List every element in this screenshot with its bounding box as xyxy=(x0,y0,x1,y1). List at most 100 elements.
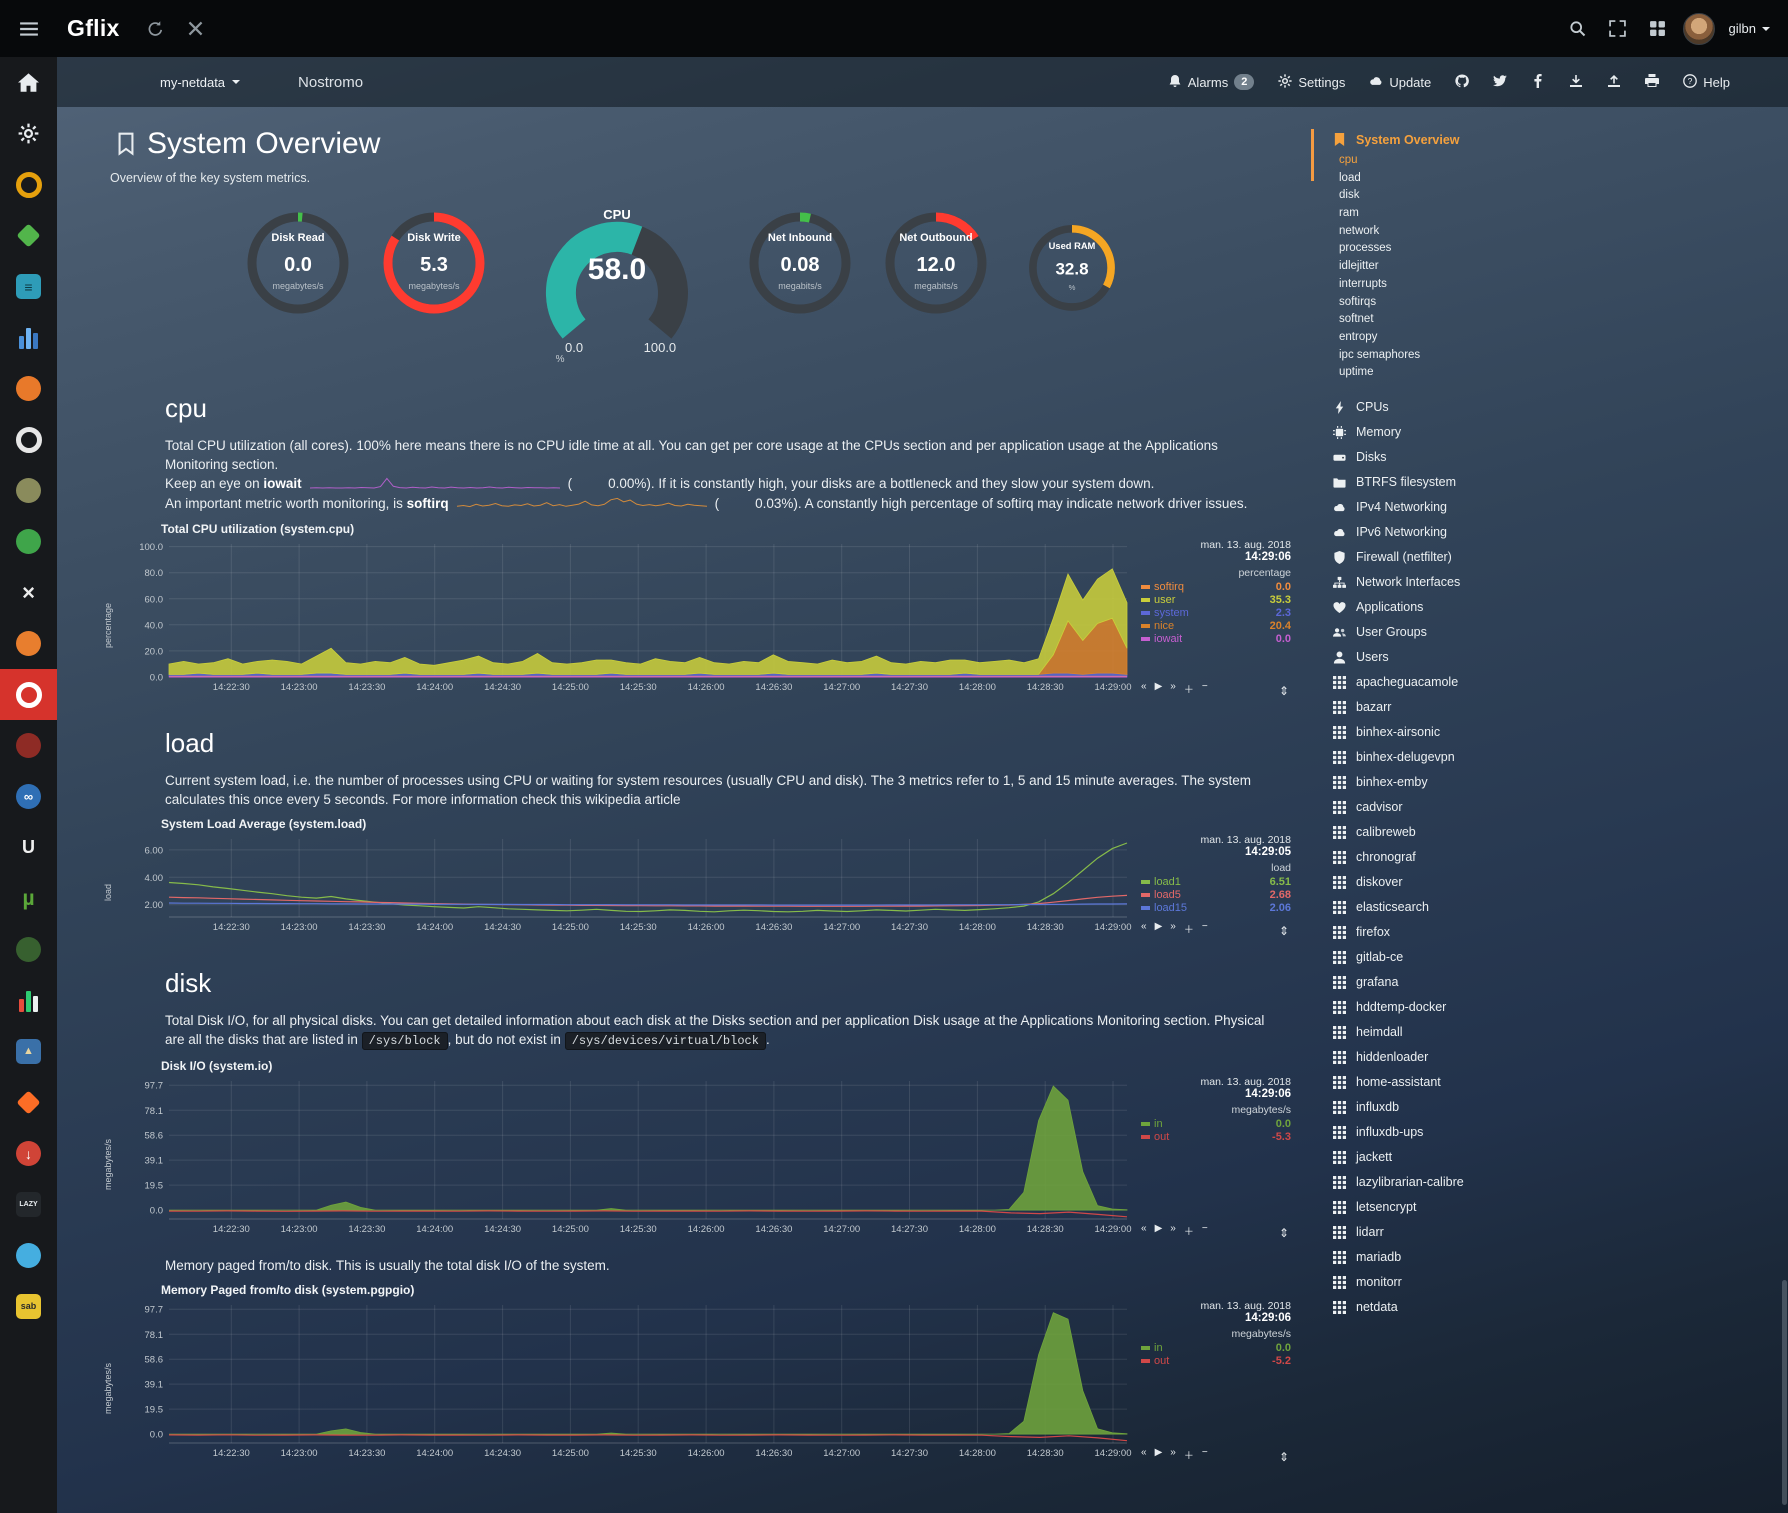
cpu-chart[interactable]: Total CPU utilization (system.cpu)percen… xyxy=(103,522,1333,698)
gauge-net-outbound[interactable]: Net Outbound 12.0 megabits/s xyxy=(878,205,994,326)
app-icon-docker[interactable]: ≡ xyxy=(0,261,57,312)
menu-app-mariadb[interactable]: mariadb xyxy=(1311,1245,1567,1270)
app-icon-settings[interactable] xyxy=(0,108,57,159)
app-icon-utorrent[interactable]: µ xyxy=(0,873,57,924)
menu-app-grafana[interactable]: grafana xyxy=(1311,970,1567,995)
menu-cpus[interactable]: CPUs xyxy=(1311,395,1567,420)
chart-resize-handle[interactable]: ⇕ xyxy=(1279,1450,1289,1464)
nav-twitter[interactable] xyxy=(1493,74,1507,91)
menu-sub-network[interactable]: network xyxy=(1311,223,1567,241)
legend-softirq[interactable]: softirq0.0 xyxy=(1141,581,1291,594)
menu-app-binhex-airsonic[interactable]: binhex-airsonic xyxy=(1311,720,1567,745)
disk-chart[interactable]: Disk I/O (system.io)megabytes/s14:22:301… xyxy=(103,1059,1333,1240)
menu-app-letsencrypt[interactable]: letsencrypt xyxy=(1311,1195,1567,1220)
menu-sub-load[interactable]: load xyxy=(1311,170,1567,188)
legend-in[interactable]: in0.0 xyxy=(1141,1342,1291,1355)
menu-app-calibreweb[interactable]: calibreweb xyxy=(1311,820,1567,845)
menu-app-hddtemp-docker[interactable]: hddtemp-docker xyxy=(1311,995,1567,1020)
app-icon-plex[interactable] xyxy=(0,159,57,210)
close-tab-icon[interactable] xyxy=(176,20,216,37)
nav-import[interactable] xyxy=(1569,74,1583,91)
chart-resize-handle[interactable]: ⇕ xyxy=(1279,924,1289,938)
chart-toolbox[interactable]: «▶»＋− xyxy=(1141,1447,1208,1462)
nav-alarms[interactable]: Alarms2 xyxy=(1168,74,1255,91)
server-dropdown[interactable]: my-netdata xyxy=(160,75,240,90)
app-icon-resilio-sync[interactable]: ∞ xyxy=(0,771,57,822)
menu-sub-interrupts[interactable]: interrupts xyxy=(1311,276,1567,294)
app-icon-app-dark-green[interactable] xyxy=(0,924,57,975)
menu-icon[interactable] xyxy=(0,21,57,37)
menu-app-home-assistant[interactable]: home-assistant xyxy=(1311,1070,1567,1095)
app-icon-netdata[interactable] xyxy=(0,669,57,720)
app-icon-gitlab[interactable] xyxy=(0,1077,57,1128)
menu-memory[interactable]: Memory xyxy=(1311,420,1567,445)
fullscreen-icon[interactable] xyxy=(1603,20,1633,37)
softirq-sparkline[interactable] xyxy=(457,495,707,514)
menu-sub-uptime[interactable]: uptime xyxy=(1311,364,1567,382)
app-icon-sabnzbd[interactable]: sab xyxy=(0,1281,57,1332)
legend-user[interactable]: user35.3 xyxy=(1141,594,1291,607)
app-icon-mariadb[interactable] xyxy=(0,720,57,771)
menu-app-binhex-delugevpn[interactable]: binhex-delugevpn xyxy=(1311,745,1567,770)
app-icon-heimdall[interactable]: ▲ xyxy=(0,1026,57,1077)
memory-paged-chart[interactable]: Memory Paged from/to disk (system.pgpgio… xyxy=(103,1283,1333,1464)
chart-toolbox[interactable]: «▶»＋− xyxy=(1141,1223,1208,1238)
app-icon-app-u-white[interactable]: U xyxy=(0,822,57,873)
menu-app-chronograf[interactable]: chronograf xyxy=(1311,845,1567,870)
legend-in[interactable]: in0.0 xyxy=(1141,1118,1291,1131)
legend-load5[interactable]: load52.68 xyxy=(1141,889,1291,902)
menu-disks[interactable]: Disks xyxy=(1311,445,1567,470)
chart-plot-area[interactable]: 14:22:3014:23:0014:23:3014:24:0014:24:30… xyxy=(119,1075,1135,1240)
menu-sub-ipc-semaphores[interactable]: ipc semaphores xyxy=(1311,347,1567,365)
iowait-sparkline[interactable] xyxy=(310,475,560,494)
legend-system[interactable]: system2.3 xyxy=(1141,607,1291,620)
chart-plot-area[interactable]: 14:22:3014:23:0014:23:3014:24:0014:24:30… xyxy=(119,833,1135,938)
gauge-disk-write[interactable]: Disk Write 5.3 megabytes/s xyxy=(376,205,492,326)
menu-applications[interactable]: Applications xyxy=(1311,595,1567,620)
menu-app-jackett[interactable]: jackett xyxy=(1311,1145,1567,1170)
menu-ipv4-networking[interactable]: IPv4 Networking xyxy=(1311,495,1567,520)
refresh-icon[interactable] xyxy=(136,20,176,37)
menu-sub-disk[interactable]: disk xyxy=(1311,187,1567,205)
menu-sub-softirqs[interactable]: softirqs xyxy=(1311,294,1567,312)
menu-app-cadvisor[interactable]: cadvisor xyxy=(1311,795,1567,820)
nav-export[interactable] xyxy=(1607,74,1621,91)
legend-iowait[interactable]: iowait0.0 xyxy=(1141,633,1291,646)
legend-nice[interactable]: nice20.4 xyxy=(1141,620,1291,633)
app-icon-app-red-arrow[interactable]: ↓ xyxy=(0,1128,57,1179)
app-icon-lazylibrarian[interactable]: LAZY xyxy=(0,1179,57,1230)
menu-app-influxdb[interactable]: influxdb xyxy=(1311,1095,1567,1120)
gauge-net-inbound[interactable]: Net Inbound 0.08 megabits/s xyxy=(742,205,858,326)
scrollbar[interactable] xyxy=(1782,1280,1787,1505)
app-icon-app-green[interactable] xyxy=(0,516,57,567)
gauge-used-ram[interactable]: Used RAM 32.8 % xyxy=(1023,219,1122,322)
app-icon-duplicacy[interactable] xyxy=(0,1230,57,1281)
app-icon-cadvisor[interactable] xyxy=(0,975,57,1026)
menu-sub-cpu[interactable]: cpu xyxy=(1311,152,1567,170)
user-menu[interactable]: gilbn xyxy=(1725,21,1774,36)
menu-sub-softnet[interactable]: softnet xyxy=(1311,311,1567,329)
chart-resize-handle[interactable]: ⇕ xyxy=(1279,684,1289,698)
menu-sub-entropy[interactable]: entropy xyxy=(1311,329,1567,347)
menu-app-apacheguacamole[interactable]: apacheguacamole xyxy=(1311,670,1567,695)
app-icon-app-cross[interactable]: × xyxy=(0,567,57,618)
menu-app-hiddenloader[interactable]: hiddenloader xyxy=(1311,1045,1567,1070)
app-icon-duplicati[interactable] xyxy=(0,465,57,516)
menu-app-bazarr[interactable]: bazarr xyxy=(1311,695,1567,720)
menu-app-lidarr[interactable]: lidarr xyxy=(1311,1220,1567,1245)
legend-load1[interactable]: load16.51 xyxy=(1141,876,1291,889)
menu-btrfs-filesystem[interactable]: BTRFS filesystem xyxy=(1311,470,1567,495)
nav-facebook[interactable] xyxy=(1531,74,1545,91)
nav-help[interactable]: ?Help xyxy=(1683,74,1730,91)
menu-sub-processes[interactable]: processes xyxy=(1311,240,1567,258)
app-icon-ubooquity[interactable] xyxy=(0,618,57,669)
app-icon-home[interactable] xyxy=(0,57,57,108)
legend-load15[interactable]: load152.06 xyxy=(1141,902,1291,915)
menu-users[interactable]: Users xyxy=(1311,645,1567,670)
menu-firewall-netfilter[interactable]: Firewall (netfilter) xyxy=(1311,545,1567,570)
chart-toolbox[interactable]: «▶»＋− xyxy=(1141,921,1208,936)
gauge-disk-read[interactable]: Disk Read 0.0 megabytes/s xyxy=(240,205,356,326)
search-icon[interactable] xyxy=(1563,20,1593,37)
menu-app-firefox[interactable]: firefox xyxy=(1311,920,1567,945)
menu-sub-idlejitter[interactable]: idlejitter xyxy=(1311,258,1567,276)
